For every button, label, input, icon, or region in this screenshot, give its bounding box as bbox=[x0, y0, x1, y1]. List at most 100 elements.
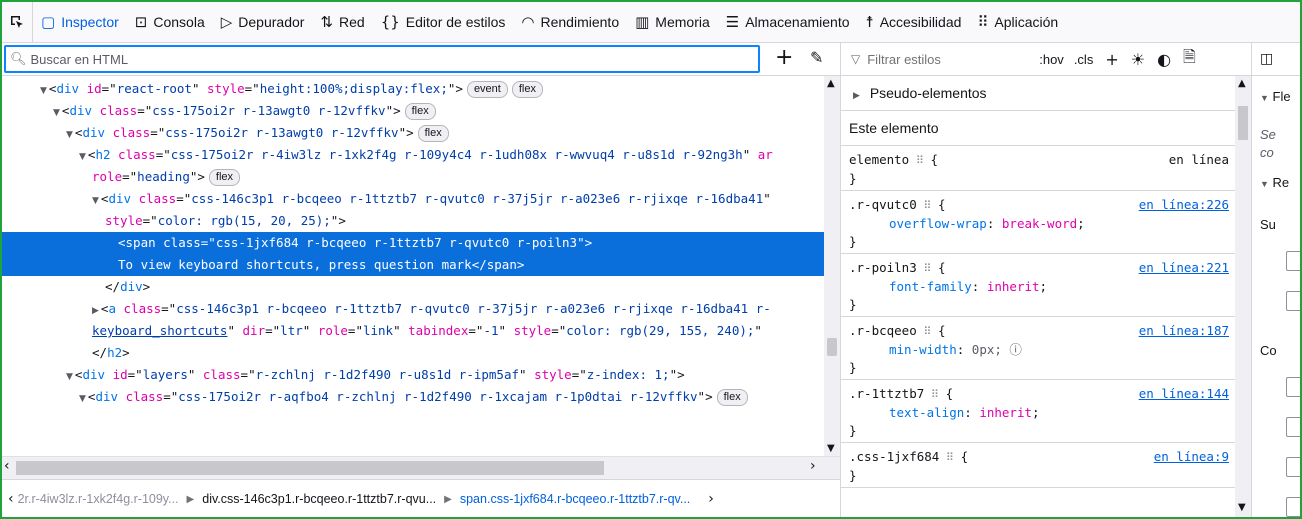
rule-selector[interactable]: elemento bbox=[849, 152, 909, 167]
css-rule[interactable]: .r-poiln3 ⠿ {en línea:221 font-family: in… bbox=[841, 254, 1235, 317]
tab-accesibilidad[interactable]: ☨ Accesibilidad bbox=[858, 2, 970, 42]
property-name[interactable]: min-width bbox=[889, 342, 957, 357]
markup-node-line[interactable]: ▼ <div class="css-175oi2r r-13awgt0 r-12v… bbox=[2, 100, 824, 122]
grid-handle-icon[interactable]: ⠿ bbox=[917, 262, 938, 275]
grid-handle-icon[interactable]: ⠿ bbox=[909, 154, 930, 167]
collapse-twisty-icon[interactable]: ▼ bbox=[40, 86, 47, 96]
flex-badge[interactable]: flex bbox=[404, 103, 436, 120]
tab-inspector[interactable]: ▢ Inspector bbox=[33, 2, 127, 42]
css-declaration[interactable]: font-family: inherit; bbox=[849, 278, 1227, 296]
rule-source-link[interactable]: en línea:144 bbox=[1139, 385, 1229, 403]
css-rule[interactable]: .r-qvutc0 ⠿ {en línea:226 overflow-wrap: … bbox=[841, 191, 1235, 254]
markup-node-line[interactable]: style="color: rgb(15, 20, 25);"> bbox=[2, 210, 824, 232]
css-rule[interactable]: .css-1jxf684 ⠿ {en línea:9} bbox=[841, 443, 1235, 488]
attr-link[interactable]: keyboard_shortcuts bbox=[92, 323, 227, 338]
grid-handle-icon[interactable]: ⠿ bbox=[939, 451, 960, 464]
markup-node-line[interactable]: ▼ <div class="css-175oi2r r-13awgt0 r-12v… bbox=[2, 122, 824, 144]
rule-selector[interactable]: .r-1ttztb7 bbox=[849, 386, 924, 401]
event-badge[interactable]: event bbox=[466, 81, 508, 98]
breadcrumb-scroll-right-icon[interactable]: › bbox=[708, 491, 714, 507]
markup-node-line[interactable]: </div> bbox=[2, 276, 824, 298]
tab-editor-de-estilos[interactable]: {} Editor de estilos bbox=[373, 2, 514, 42]
markup-node-line[interactable]: To view keyboard shortcuts, press questi… bbox=[2, 254, 824, 276]
rule-source-link[interactable]: en línea:9 bbox=[1154, 448, 1229, 466]
scroll-right-arrow-icon[interactable]: › bbox=[810, 458, 816, 474]
grid-handle-icon[interactable]: ⠿ bbox=[924, 388, 945, 401]
eyedropper-icon[interactable]: ✎ bbox=[810, 48, 823, 67]
pseudo-elements-toggle[interactable]: ▶ Pseudo-elementos bbox=[841, 76, 1235, 111]
expand-twisty-icon[interactable]: ▶ bbox=[92, 306, 99, 316]
css-rule[interactable]: .r-bcqeeo ⠿ {en línea:187 min-width: 0px;… bbox=[841, 317, 1235, 380]
property-name[interactable]: text-align bbox=[889, 405, 964, 420]
rule-source-link[interactable]: en línea:221 bbox=[1139, 259, 1229, 277]
markup-node-line[interactable]: keyboard_shortcuts" dir="ltr" role="link… bbox=[2, 320, 824, 342]
property-value[interactable]: 0px; bbox=[972, 342, 1002, 357]
markup-node-line[interactable]: ▼ <div id="layers" class="r-zchlnj r-1d2f… bbox=[2, 364, 824, 386]
property-value[interactable]: inherit bbox=[979, 405, 1032, 420]
css-declaration[interactable]: min-width: 0px; ⓘ bbox=[849, 341, 1227, 359]
html-search-input[interactable] bbox=[30, 51, 731, 67]
rule-selector[interactable]: .r-bcqeeo bbox=[849, 323, 917, 338]
rule-source-link[interactable]: en línea:226 bbox=[1139, 196, 1229, 214]
breadcrumb-item[interactable]: 2r.r-4iw3lz.r-1xk2f4g.r-109y... bbox=[18, 492, 179, 506]
tab-memoria[interactable]: ▥ Memoria bbox=[627, 2, 718, 42]
property-value[interactable]: break-word bbox=[1002, 216, 1077, 231]
dark-theme-icon[interactable]: ◐ bbox=[1157, 50, 1171, 69]
markup-node-line[interactable]: ▼ <h2 class="css-175oi2r r-4iw3lz r-1xk2f… bbox=[2, 144, 824, 166]
cls-toggle-button[interactable]: .cls bbox=[1074, 52, 1094, 67]
scroll-thumb[interactable] bbox=[827, 338, 837, 356]
side-checkbox[interactable] bbox=[1286, 377, 1300, 397]
scroll-down-arrow-icon[interactable]: ▼ bbox=[827, 443, 835, 454]
flex-badge[interactable]: flex bbox=[417, 125, 449, 142]
css-rule[interactable]: .r-1ttztb7 ⠿ {en línea:144 text-align: in… bbox=[841, 380, 1235, 443]
flex-badge[interactable]: flex bbox=[511, 81, 543, 98]
collapse-twisty-icon[interactable]: ▼ bbox=[79, 152, 86, 162]
markup-node-line[interactable]: ▼ <div id="react-root" style="height:100%… bbox=[2, 78, 824, 100]
rule-selector[interactable]: .r-poiln3 bbox=[849, 260, 917, 275]
rule-selector[interactable]: .r-qvutc0 bbox=[849, 197, 917, 212]
add-rule-icon[interactable]: + bbox=[1105, 50, 1118, 69]
tab-aplicaci-n[interactable]: ⠿ Aplicación bbox=[969, 2, 1066, 42]
scroll-down-arrow-icon[interactable]: ▼ bbox=[1238, 502, 1246, 513]
html-search-box[interactable]: 🔍︎ bbox=[4, 45, 760, 73]
side-checkbox[interactable] bbox=[1286, 291, 1300, 311]
markup-node-line[interactable]: </h2> bbox=[2, 342, 824, 364]
grid-handle-icon[interactable]: ⠿ bbox=[917, 325, 938, 338]
hov-toggle-button[interactable]: :hov bbox=[1039, 52, 1064, 67]
tab-depurador[interactable]: ▷ Depurador bbox=[213, 2, 313, 42]
markup-node-line[interactable]: role="heading"> flex bbox=[2, 166, 824, 188]
markup-node-line[interactable]: ▼ <div class="css-175oi2r r-aqfbo4 r-zchl… bbox=[2, 386, 824, 408]
css-declaration[interactable]: text-align: inherit; bbox=[849, 404, 1227, 422]
collapse-twisty-icon[interactable]: ▼ bbox=[53, 108, 60, 118]
markup-vertical-scrollbar[interactable]: ▲ ▼ bbox=[824, 76, 840, 456]
side-section-flex[interactable]: ▼ Fle bbox=[1260, 89, 1291, 104]
property-value[interactable]: inherit bbox=[987, 279, 1040, 294]
info-icon[interactable]: ⓘ bbox=[1002, 342, 1022, 357]
markup-node-line[interactable]: <span class="css-1jxf684 r-bcqeeo r-1ttz… bbox=[2, 232, 824, 254]
rule-selector[interactable]: .css-1jxf684 bbox=[849, 449, 939, 464]
styles-filter-input[interactable] bbox=[865, 50, 1030, 68]
side-checkbox[interactable] bbox=[1286, 497, 1300, 517]
breadcrumb-item[interactable]: span.css-1jxf684.r-bcqeeo.r-1ttztb7.r-qv… bbox=[460, 492, 690, 506]
grid-handle-icon[interactable]: ⠿ bbox=[917, 199, 938, 212]
collapse-twisty-icon[interactable]: ▼ bbox=[79, 394, 86, 404]
side-section-grid[interactable]: ▼ Re bbox=[1260, 175, 1289, 190]
property-name[interactable]: font-family bbox=[889, 279, 972, 294]
flex-badge[interactable]: flex bbox=[716, 389, 748, 406]
side-checkbox[interactable] bbox=[1286, 457, 1300, 477]
light-theme-icon[interactable]: ☀ bbox=[1131, 50, 1145, 69]
markup-node-line[interactable]: ▶ <a class="css-146c3p1 r-bcqeeo r-1ttztb… bbox=[2, 298, 824, 320]
css-rule[interactable]: elemento ⠿ {en línea} bbox=[841, 146, 1235, 191]
markup-horizontal-scrollbar[interactable]: ‹ › bbox=[2, 456, 840, 479]
print-media-icon[interactable]: 🗎︎ bbox=[1183, 46, 1196, 73]
side-checkbox[interactable] bbox=[1286, 251, 1300, 271]
breadcrumb-scroll-left-icon[interactable]: ‹ bbox=[8, 491, 14, 507]
css-declaration[interactable]: overflow-wrap: break-word; bbox=[849, 215, 1227, 233]
collapse-twisty-icon[interactable]: ▼ bbox=[92, 196, 99, 206]
scroll-thumb[interactable] bbox=[16, 461, 604, 475]
property-name[interactable]: overflow-wrap bbox=[889, 216, 987, 231]
scroll-left-arrow-icon[interactable]: ‹ bbox=[4, 458, 10, 474]
tab-consola[interactable]: ⊡ Consola bbox=[127, 2, 213, 42]
scroll-up-arrow-icon[interactable]: ▲ bbox=[1238, 78, 1246, 89]
flex-badge[interactable]: flex bbox=[208, 169, 241, 186]
